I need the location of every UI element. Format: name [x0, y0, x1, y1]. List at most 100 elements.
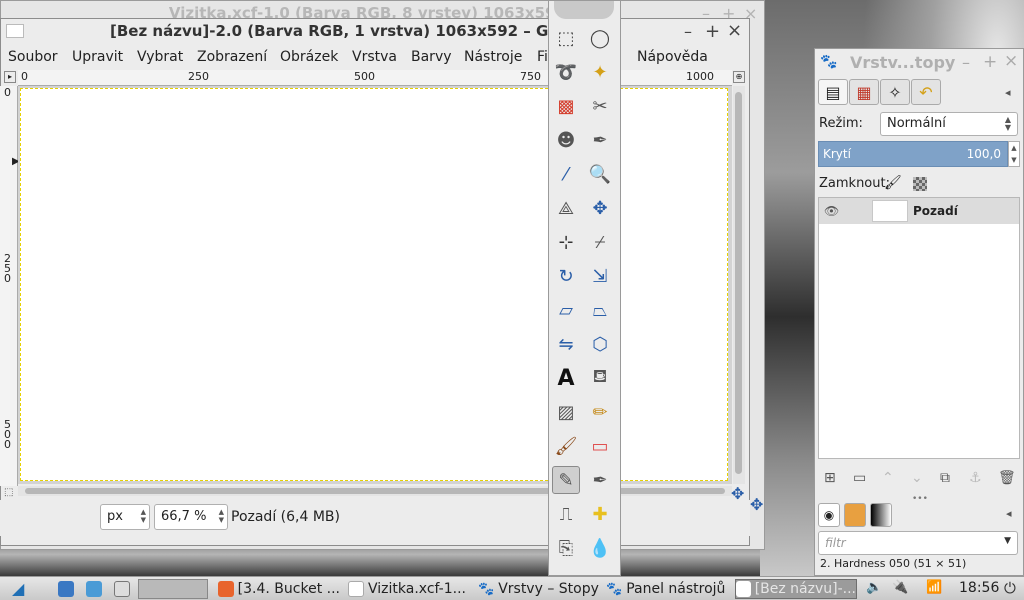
duplicate-layer-icon[interactable]: ⧉ — [940, 470, 950, 486]
smudge-tool-icon[interactable]: 💧 — [586, 534, 614, 562]
bucket-fill-tool-icon[interactable]: ⛾ — [586, 364, 614, 392]
zoom-tool-icon[interactable]: 🔍 — [586, 160, 614, 188]
lock-alpha-icon[interactable] — [913, 177, 927, 191]
patterns-tab-icon[interactable] — [844, 503, 866, 527]
task-label: Vrstvy – Stopy — [498, 581, 599, 597]
free-select-tool-icon[interactable]: ➰ — [552, 58, 580, 86]
rotate-tool-icon[interactable]: ↻ — [552, 262, 580, 290]
ellipse-select-tool-icon[interactable]: ◯ — [586, 24, 614, 52]
crop-tool-icon[interactable]: ⌿ — [586, 228, 614, 256]
mode-select[interactable]: Normální ▲ ▼ — [880, 112, 1018, 136]
menu-zobrazeni[interactable]: Zobrazení — [197, 49, 267, 65]
menu-vrstva[interactable]: Vrstva — [352, 49, 397, 65]
by-color-select-tool-icon[interactable]: ▩ — [552, 92, 580, 120]
task-bucket[interactable]: [3.4. Bucket ... — [218, 579, 340, 599]
layer-name[interactable]: Pozadí — [913, 204, 958, 218]
vertical-scrollbar-thumb[interactable] — [735, 92, 742, 474]
rect-select-tool-icon[interactable]: ⬚ — [552, 24, 580, 52]
dock-maximize-icon[interactable]: + — [983, 52, 997, 72]
minimize-icon[interactable]: – — [684, 22, 692, 41]
ruler-left[interactable]: 0 2 5 0 5 0 0 — [0, 86, 18, 486]
menu-vybrat[interactable]: Vybrat — [137, 49, 183, 65]
task-layers[interactable]: 🐾 Vrstvy – Stopy — [478, 579, 600, 599]
show-desktop-icon[interactable] — [114, 581, 130, 597]
menu-barvy[interactable]: Barvy — [411, 49, 452, 65]
layers-tab-icon[interactable]: ▤ — [818, 79, 848, 105]
move-tool-icon[interactable]: ✥ — [586, 194, 614, 222]
foreground-select-tool-icon[interactable]: ☻ — [552, 126, 580, 154]
menu-filtry[interactable]: Fi — [537, 49, 548, 65]
close-icon[interactable]: × — [727, 20, 742, 41]
menu-obrazek[interactable]: Obrázek — [280, 49, 338, 65]
ink-tool-icon[interactable]: ✒ — [586, 466, 614, 494]
zoom-combo[interactable]: 66,7 % ▲ ▼ — [154, 504, 228, 530]
task-bez-nazvu[interactable]: [Bez názvu]-... — [735, 579, 857, 599]
text-tool-icon[interactable]: A — [552, 364, 580, 392]
opacity-slider[interactable]: Krytí 100,0 — [818, 141, 1008, 167]
menu-soubor[interactable]: Soubor — [8, 49, 58, 65]
layer-visibility-eye-icon[interactable]: 👁 — [824, 204, 839, 218]
lower-layer-icon[interactable]: ⌄ — [911, 470, 923, 486]
opacity-spin-arrows-icon[interactable]: ▲ ▼ — [1008, 141, 1020, 167]
eraser-tool-icon[interactable]: ▭ — [586, 432, 614, 460]
pencil-tool-icon[interactable]: ✏ — [586, 398, 614, 426]
gradients-tab-icon[interactable] — [870, 503, 892, 527]
new-group-icon[interactable]: ▭ — [853, 470, 866, 486]
paintbrush-tool-icon[interactable]: 🖌 — [552, 432, 580, 460]
perspective-tool-icon[interactable]: ⏢ — [586, 296, 614, 324]
wilber-drop-area[interactable] — [554, 1, 614, 19]
perspective-clone-tool-icon[interactable]: ⎘ — [552, 534, 580, 562]
flip-tool-icon[interactable]: ⇋ — [552, 330, 580, 358]
power-icon[interactable]: ⏻ — [1004, 579, 1016, 597]
align-tool-icon[interactable]: ⊹ — [552, 228, 580, 256]
paths-tab-icon[interactable]: ✧ — [880, 79, 910, 105]
battery-icon[interactable]: 🔌 — [892, 580, 908, 595]
dock-close-icon[interactable]: × — [1004, 51, 1018, 71]
undo-history-tab-icon[interactable]: ↶ — [911, 79, 941, 105]
raise-layer-icon[interactable]: ⌃ — [882, 470, 894, 486]
airbrush-tool-icon[interactable]: ✎ — [552, 466, 580, 494]
task-vizitka[interactable]: Vizitka.xcf-1... — [348, 579, 470, 599]
new-layer-icon[interactable]: ⊞ — [824, 470, 836, 486]
ruler-top[interactable]: 0 250 500 750 1000 — [18, 70, 732, 86]
start-menu-icon[interactable]: ◢ — [12, 579, 24, 598]
dock-minimize-icon[interactable]: – — [962, 53, 970, 72]
brush-dock-menu-icon[interactable]: ◂ — [1006, 507, 1012, 520]
color-picker-tool-icon[interactable]: ⁄ — [552, 160, 580, 188]
blend-tool-icon[interactable]: ▨ — [552, 398, 580, 426]
menu-napoveda[interactable]: Nápověda — [637, 49, 708, 65]
file-manager-icon[interactable] — [58, 581, 74, 597]
task-toolbox[interactable]: 🐾 Panel nástrojů — [606, 579, 732, 599]
brushes-tab-icon[interactable]: ◉ — [818, 503, 840, 527]
shear-tool-icon[interactable]: ▱ — [552, 296, 580, 324]
image-canvas[interactable] — [20, 88, 728, 481]
layers-list[interactable] — [818, 197, 1020, 459]
cage-tool-icon[interactable]: ⬡ — [586, 330, 614, 358]
fuzzy-select-tool-icon[interactable]: ✦ — [586, 58, 614, 86]
menu-upravit[interactable]: Upravit — [72, 49, 123, 65]
unit-select[interactable]: px ▲ ▼ — [100, 504, 150, 530]
filter-dropdown-icon[interactable]: ▼ — [1004, 536, 1011, 546]
anchor-layer-icon[interactable]: ⚓ — [969, 470, 982, 486]
workspace-switcher[interactable] — [138, 579, 208, 599]
network-icon[interactable]: 📶 — [926, 580, 942, 595]
channels-tab-icon[interactable]: ▦ — [849, 79, 879, 105]
menu-nastroje[interactable]: Nástroje — [464, 49, 522, 65]
paths-tool-icon[interactable]: ✒ — [586, 126, 614, 154]
volume-icon[interactable]: 🔈 — [866, 580, 882, 595]
app-launcher-icon[interactable] — [86, 581, 102, 597]
quick-mask-corner-icon[interactable]: ▸ — [4, 71, 16, 83]
selection-toggle-icon[interactable]: ⬚ — [4, 487, 13, 498]
measure-tool-icon[interactable]: ⟁ — [552, 194, 580, 222]
brush-filter-input[interactable]: filtr ▼ — [818, 531, 1018, 555]
lock-pixels-icon[interactable]: 🖌 — [884, 175, 902, 191]
maximize-icon[interactable]: + — [705, 21, 720, 42]
scale-tool-icon[interactable]: ⇲ — [586, 262, 614, 290]
dock-menu-icon[interactable]: ◂ — [1005, 86, 1011, 99]
layer-thumbnail[interactable] — [872, 200, 908, 222]
delete-layer-icon[interactable]: 🗑 — [998, 470, 1016, 486]
heal-tool-icon[interactable]: ✚ — [586, 500, 614, 528]
navigate-icon[interactable]: ⊕ — [733, 71, 745, 83]
clone-tool-icon[interactable]: ⎍ — [552, 500, 580, 528]
scissors-select-tool-icon[interactable]: ✂ — [586, 92, 614, 120]
